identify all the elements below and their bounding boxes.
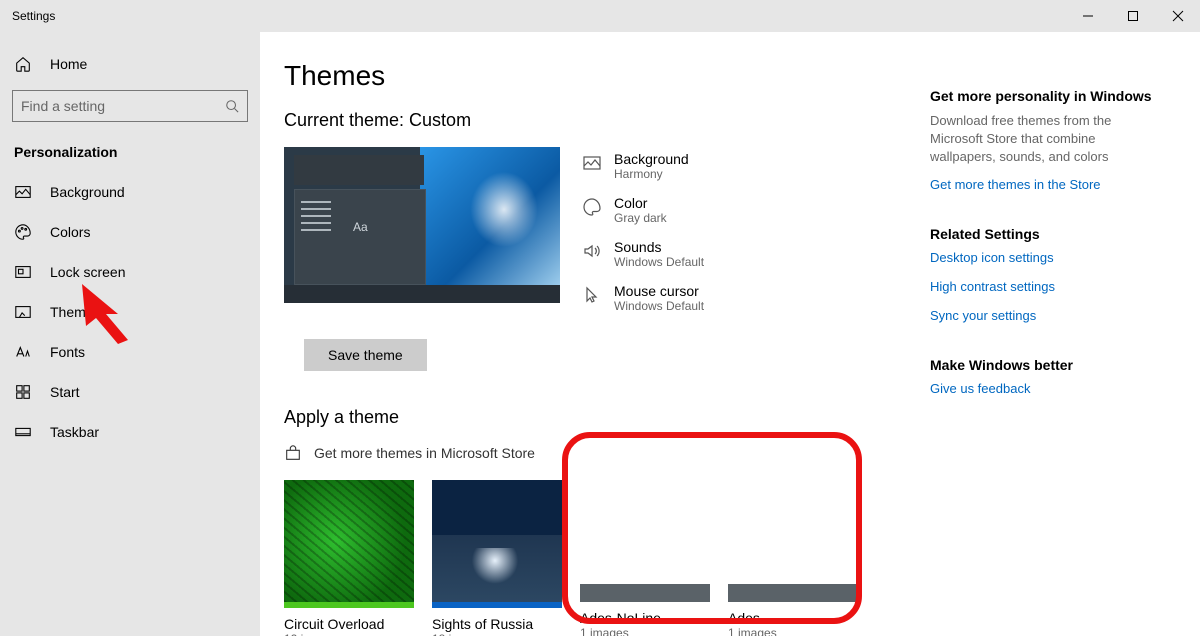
theme-thumb	[728, 480, 858, 602]
sidebar-item-label: Lock screen	[50, 264, 125, 280]
prop-background[interactable]: BackgroundHarmony	[582, 151, 704, 181]
themes-grid: Circuit Overload 12 images Sights of Rus…	[284, 480, 890, 636]
sidebar: Home Personalization Background Colors L…	[0, 32, 260, 636]
palette-icon	[14, 223, 32, 241]
theme-card-circuit-overload[interactable]: Circuit Overload 12 images	[284, 480, 414, 636]
brush-icon	[14, 303, 32, 321]
window-controls	[1065, 0, 1200, 32]
search-icon	[225, 99, 239, 113]
sidebar-item-colors[interactable]: Colors	[0, 212, 260, 252]
sidebar-item-start[interactable]: Start	[0, 372, 260, 412]
link-sync-settings[interactable]: Sync your settings	[930, 308, 1160, 323]
start-icon	[14, 383, 32, 401]
store-link-row[interactable]: Get more themes in Microsoft Store	[284, 444, 890, 462]
picture-icon	[582, 153, 602, 173]
taskbar-icon	[14, 423, 32, 441]
theme-card-sights-of-russia[interactable]: Sights of Russia 18 images	[432, 480, 562, 636]
picture-icon	[14, 183, 32, 201]
theme-card-ades[interactable]: Ades 1 images	[728, 480, 858, 636]
link-feedback[interactable]: Give us feedback	[930, 381, 1160, 396]
theme-thumb	[432, 480, 562, 602]
right-related: Related Settings Desktop icon settings H…	[930, 226, 1160, 323]
sidebar-item-label: Themes	[50, 304, 101, 320]
sidebar-item-lockscreen[interactable]: Lock screen	[0, 252, 260, 292]
right-feedback: Make Windows better Give us feedback	[930, 357, 1160, 396]
store-icon	[284, 444, 302, 462]
sidebar-home-label: Home	[50, 56, 87, 72]
minimize-button[interactable]	[1065, 0, 1110, 32]
right-personality: Get more personality in Windows Download…	[930, 88, 1160, 192]
close-button[interactable]	[1155, 0, 1200, 32]
theme-preview	[284, 147, 560, 303]
theme-thumb	[284, 480, 414, 602]
sidebar-category: Personalization	[0, 132, 260, 172]
page-title: Themes	[284, 60, 890, 92]
search-box[interactable]	[12, 90, 248, 122]
palette-icon	[582, 197, 602, 217]
prop-color[interactable]: ColorGray dark	[582, 195, 704, 225]
speaker-icon	[582, 241, 602, 261]
sidebar-item-label: Colors	[50, 224, 90, 240]
theme-thumb	[580, 480, 710, 602]
sidebar-item-label: Background	[50, 184, 125, 200]
sidebar-item-label: Start	[50, 384, 80, 400]
sidebar-item-label: Fonts	[50, 344, 85, 360]
theme-color-strip	[432, 602, 562, 608]
search-input[interactable]	[21, 98, 225, 114]
current-theme-heading: Current theme: Custom	[284, 110, 890, 131]
sidebar-item-label: Taskbar	[50, 424, 99, 440]
fonts-icon	[14, 343, 32, 361]
cursor-icon	[582, 285, 602, 305]
link-store-themes[interactable]: Get more themes in the Store	[930, 177, 1160, 192]
prop-sounds[interactable]: SoundsWindows Default	[582, 239, 704, 269]
lockscreen-icon	[14, 263, 32, 281]
sidebar-item-background[interactable]: Background	[0, 172, 260, 212]
sidebar-item-taskbar[interactable]: Taskbar	[0, 412, 260, 452]
link-high-contrast-settings[interactable]: High contrast settings	[930, 279, 1160, 294]
window-title: Settings	[0, 9, 1065, 23]
store-link-label: Get more themes in Microsoft Store	[314, 445, 535, 461]
prop-cursor[interactable]: Mouse cursorWindows Default	[582, 283, 704, 313]
sidebar-item-fonts[interactable]: Fonts	[0, 332, 260, 372]
save-theme-button[interactable]: Save theme	[304, 339, 427, 371]
home-icon	[14, 55, 32, 73]
link-desktop-icon-settings[interactable]: Desktop icon settings	[930, 250, 1160, 265]
sidebar-item-home[interactable]: Home	[0, 44, 260, 84]
theme-card-ades-noline[interactable]: Ades-NoLine 1 images	[580, 480, 710, 636]
theme-color-strip	[284, 602, 414, 608]
apply-theme-heading: Apply a theme	[284, 407, 890, 428]
sidebar-item-themes[interactable]: Themes	[0, 292, 260, 332]
maximize-button[interactable]	[1110, 0, 1155, 32]
titlebar: Settings	[0, 0, 1200, 32]
